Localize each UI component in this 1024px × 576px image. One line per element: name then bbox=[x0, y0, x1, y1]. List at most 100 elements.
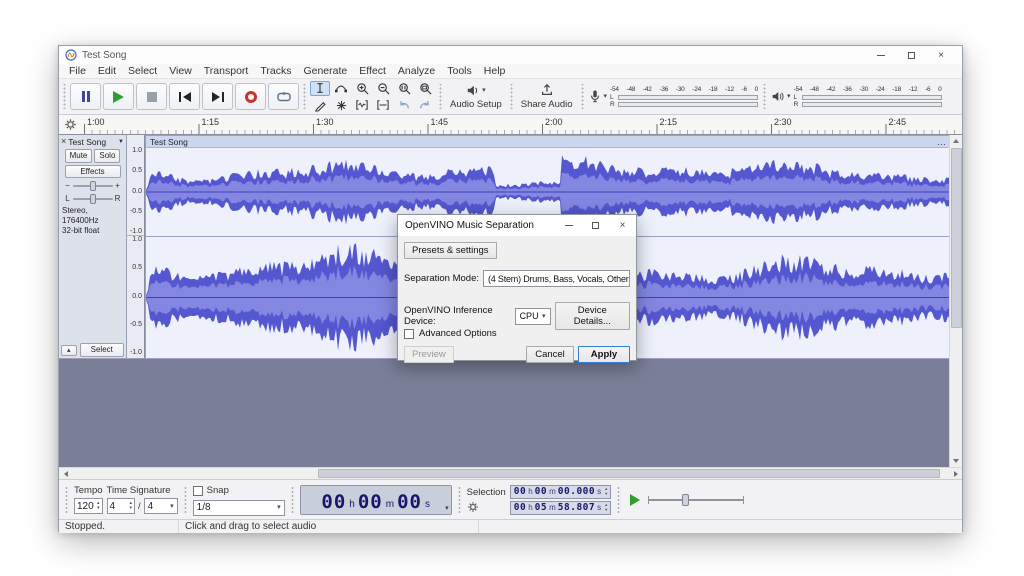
clip-name[interactable]: Test Song bbox=[150, 137, 937, 147]
selection-end-field[interactable]: 00 h 05 m 58.807 s ▴▾ bbox=[510, 501, 612, 515]
track-name[interactable]: Test Song bbox=[68, 137, 116, 147]
horizontal-scrollbar[interactable] bbox=[59, 467, 962, 479]
toolbar-grip[interactable] bbox=[509, 84, 514, 109]
scroll-left-arrow[interactable] bbox=[59, 468, 72, 480]
dialog-title-bar[interactable]: OpenVINO Music Separation × bbox=[398, 215, 636, 236]
menu-item-tracks[interactable]: Tracks bbox=[254, 65, 297, 77]
preview-button[interactable]: Preview bbox=[404, 346, 454, 363]
tempo-input[interactable]: 120 ▴▾ bbox=[74, 498, 103, 514]
selection-start-field[interactable]: 00 h 00 m 00.000 s ▴▾ bbox=[510, 485, 612, 499]
menu-item-effect[interactable]: Effect bbox=[353, 65, 392, 77]
play-at-speed-button[interactable] bbox=[630, 494, 640, 506]
snap-checkbox[interactable] bbox=[193, 486, 203, 496]
dialog-minimize-button[interactable] bbox=[555, 215, 582, 236]
toolbar-grip[interactable] bbox=[762, 84, 767, 109]
timeline-ruler[interactable]: 1:001:151:301:452:002:152:302:45 bbox=[59, 115, 962, 135]
audio-position-display[interactable]: 00 h 00 m 00 s ▾ bbox=[300, 485, 452, 515]
menu-item-analyze[interactable]: Analyze bbox=[392, 65, 441, 77]
skip-to-start-button[interactable] bbox=[169, 83, 200, 110]
menu-item-file[interactable]: File bbox=[63, 65, 92, 77]
stop-button[interactable] bbox=[136, 83, 167, 110]
collapse-track-button[interactable]: ▴ bbox=[61, 345, 77, 356]
recording-meter[interactable]: ▾ -54-48-42-36-30-24-18-12-60 LR bbox=[586, 81, 762, 112]
selection-end-hours[interactable]: 00 bbox=[514, 502, 526, 513]
pan-slider[interactable]: L R bbox=[61, 193, 124, 204]
spin-down-icon[interactable]: ▾ bbox=[97, 506, 100, 511]
undo-button[interactable] bbox=[394, 98, 414, 113]
toolbar-grip[interactable] bbox=[616, 486, 621, 514]
separation-mode-select[interactable]: (4 Stem) Drums, Bass, Vocals, Others ▾ bbox=[483, 270, 630, 287]
dialog-maximize-button[interactable] bbox=[582, 215, 609, 236]
toolbar-grip[interactable] bbox=[64, 486, 69, 514]
position-minutes[interactable]: 00 bbox=[358, 493, 383, 512]
playback-meter[interactable]: ▾ -54-48-42-36-30-24-18-12-60 LR bbox=[768, 81, 945, 112]
presets-settings-button[interactable]: Presets & settings bbox=[404, 242, 497, 259]
menu-item-transport[interactable]: Transport bbox=[198, 65, 255, 77]
horizontal-scrollbar-track[interactable] bbox=[72, 468, 949, 479]
skip-to-end-button[interactable] bbox=[202, 83, 233, 110]
vertical-scrollbar-thumb[interactable] bbox=[951, 148, 962, 328]
toolbar-grip[interactable] bbox=[438, 84, 443, 109]
play-button[interactable] bbox=[103, 83, 134, 110]
toolbar-grip[interactable] bbox=[580, 84, 585, 109]
inference-device-select[interactable]: CPU ▾ bbox=[515, 308, 551, 325]
selection-start-hours[interactable]: 00 bbox=[514, 486, 526, 497]
time-signature-upper-value[interactable]: 4 bbox=[110, 501, 128, 512]
draw-tool-button[interactable] bbox=[310, 98, 330, 113]
gain-slider-track[interactable] bbox=[73, 185, 113, 187]
pause-button[interactable] bbox=[70, 83, 101, 110]
audio-setup-button[interactable]: ▾ Audio Setup bbox=[444, 81, 508, 112]
dialog-close-button[interactable]: × bbox=[609, 215, 636, 236]
menu-item-help[interactable]: Help bbox=[478, 65, 512, 77]
scroll-up-arrow[interactable] bbox=[950, 135, 962, 147]
pan-slider-thumb[interactable] bbox=[90, 194, 96, 204]
snap-interval-select[interactable]: 1/8 ▾ bbox=[193, 500, 285, 516]
maximize-button[interactable] bbox=[896, 47, 926, 63]
scroll-down-arrow[interactable] bbox=[950, 455, 962, 467]
selection-tool-button[interactable] bbox=[310, 81, 330, 96]
redo-button[interactable] bbox=[415, 98, 435, 113]
menu-item-view[interactable]: View bbox=[163, 65, 198, 77]
loop-button[interactable] bbox=[268, 83, 299, 110]
record-button[interactable] bbox=[235, 83, 266, 110]
clip-menu-icon[interactable]: … bbox=[937, 137, 946, 147]
position-seconds[interactable]: 00 bbox=[397, 493, 422, 512]
chevron-down-icon[interactable]: ▾ bbox=[445, 504, 449, 512]
time-signature-lower-select[interactable]: 4 ▾ bbox=[144, 498, 178, 514]
spin-down-icon[interactable]: ▾ bbox=[605, 508, 607, 513]
close-button[interactable]: × bbox=[926, 47, 956, 63]
zoom-selection-button[interactable] bbox=[394, 81, 414, 96]
selection-start-minutes[interactable]: 00 bbox=[535, 486, 547, 497]
menu-item-tools[interactable]: Tools bbox=[441, 65, 478, 77]
track-menu-icon[interactable]: ▼ bbox=[118, 139, 124, 145]
selection-end-seconds[interactable]: 58.807 bbox=[558, 502, 595, 513]
tempo-value[interactable]: 120 bbox=[77, 501, 95, 512]
multi-tool-button[interactable] bbox=[331, 98, 351, 113]
menu-item-select[interactable]: Select bbox=[122, 65, 163, 77]
track-close-icon[interactable]: × bbox=[61, 137, 66, 146]
play-speed-slider-thumb[interactable] bbox=[682, 494, 689, 506]
silence-audio-button[interactable] bbox=[373, 98, 393, 113]
device-details-button[interactable]: Device Details... bbox=[555, 302, 630, 330]
solo-button[interactable]: Solo bbox=[94, 149, 120, 163]
play-speed-slider[interactable] bbox=[648, 499, 744, 501]
select-track-button[interactable]: Select bbox=[80, 343, 124, 357]
cancel-button[interactable]: Cancel bbox=[526, 346, 574, 363]
effects-button[interactable]: Effects bbox=[65, 165, 121, 179]
vertical-scale-ruler[interactable]: 1.00.50.0-0.5-1.0 1.00.50.0-0.5-1.0 bbox=[127, 135, 145, 359]
menu-item-edit[interactable]: Edit bbox=[92, 65, 122, 77]
toolbar-grip[interactable] bbox=[62, 84, 67, 109]
envelope-tool-button[interactable] bbox=[331, 81, 351, 96]
trim-audio-button[interactable] bbox=[352, 98, 372, 113]
zoom-in-button[interactable] bbox=[352, 81, 372, 96]
apply-button[interactable]: Apply bbox=[578, 346, 630, 363]
gain-slider-thumb[interactable] bbox=[90, 181, 96, 191]
pan-slider-track[interactable] bbox=[73, 198, 113, 200]
scroll-right-arrow[interactable] bbox=[949, 468, 962, 480]
menu-item-generate[interactable]: Generate bbox=[297, 65, 353, 77]
position-hours[interactable]: 00 bbox=[321, 493, 346, 512]
zoom-out-button[interactable] bbox=[373, 81, 393, 96]
horizontal-scrollbar-thumb[interactable] bbox=[318, 469, 941, 478]
mute-button[interactable]: Mute bbox=[65, 149, 93, 163]
spin-down-icon[interactable]: ▾ bbox=[130, 506, 133, 511]
